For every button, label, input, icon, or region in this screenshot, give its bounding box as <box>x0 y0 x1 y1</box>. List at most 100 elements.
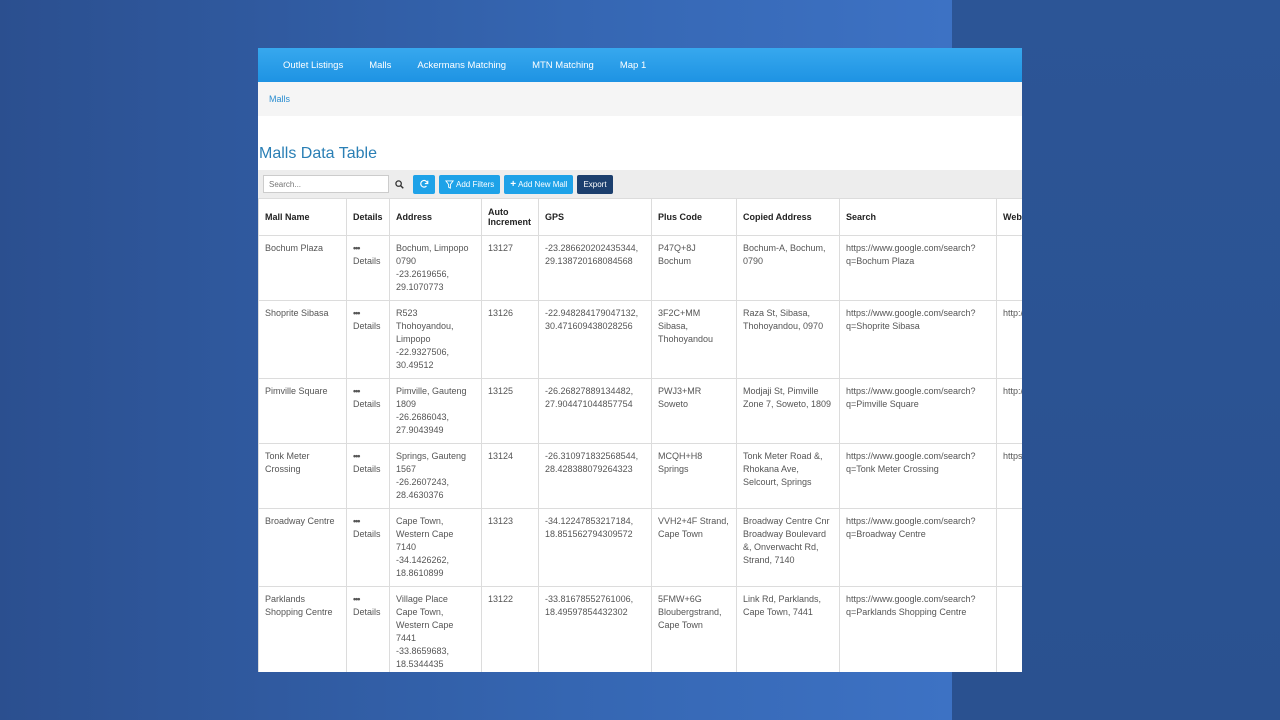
website-text[interactable]: https: <box>1003 451 1022 461</box>
gps-line: -26.310971832568544, <box>545 451 639 461</box>
more-dots-icon[interactable]: ••• <box>353 385 383 398</box>
col-header-copied-address[interactable]: Copied Address <box>736 198 840 236</box>
col-header-mall-name[interactable]: Mall Name <box>258 198 347 236</box>
cell-address: Pimville, Gauteng 1809 -26.2686043, 27.9043… <box>389 378 482 444</box>
cell-auto-increment: 13124 <box>481 443 539 509</box>
cell-search: https://www.google.com/search? q=Tonk Met… <box>839 443 997 509</box>
plus-code-line: P47Q+8J <box>658 243 696 253</box>
gps-line: -22.948284179047132, <box>545 308 639 318</box>
cell-address: Cape Town, Western Cape 7140 -34.1426262, 18… <box>389 508 482 587</box>
breadcrumb-malls[interactable]: Malls <box>269 94 290 104</box>
table-row[interactable]: Broadway Centre ••• Details Cape Town, Weste… <box>258 508 1022 587</box>
cell-address: Springs, Gauteng 1567 -26.2607243, 28.46303… <box>389 443 482 509</box>
table-row[interactable]: Parklands Shopping Centre ••• Details Villa… <box>258 586 1022 672</box>
cell-gps: -34.12247853217184, 18.851562794309572 <box>538 508 652 587</box>
cell-gps: -33.81678552761006, 18.49597854432302 <box>538 586 652 672</box>
malls-table: Mall Name Details Address Auto Increment… <box>258 198 1022 672</box>
table-row[interactable]: Tonk Meter Crossing ••• Details Springs, Ga… <box>258 443 1022 509</box>
cell-search: https://www.google.com/search? q=Parkland… <box>839 586 997 672</box>
website-text[interactable]: http:/ <box>1003 308 1022 318</box>
copied-address-line: Cape Town, 7441 <box>743 607 813 617</box>
nav-malls[interactable]: Malls <box>356 60 404 71</box>
cell-search: https://www.google.com/search? q=Pimville… <box>839 378 997 444</box>
cell-website <box>996 586 1022 672</box>
col-header-search[interactable]: Search <box>839 198 997 236</box>
plus-code-line: Cape Town <box>658 620 703 630</box>
auto-increment-text: 13124 <box>488 451 514 461</box>
cell-details: ••• Details <box>346 300 390 379</box>
search-button[interactable] <box>389 175 409 193</box>
search-line: q=Pimville Square <box>846 399 919 409</box>
search-line: https://www.google.com/search? <box>846 594 976 604</box>
gps-line: 18.49597854432302 <box>545 607 628 617</box>
details-link[interactable]: Details <box>353 255 383 268</box>
more-dots-icon[interactable]: ••• <box>353 515 383 528</box>
table-row[interactable]: Bochum Plaza ••• Details Bochum, Limpopo 079… <box>258 235 1022 301</box>
details-link[interactable]: Details <box>353 606 383 619</box>
copied-address-line: Zone 7, Soweto, 1809 <box>743 399 832 409</box>
nav-map-1[interactable]: Map 1 <box>607 60 659 71</box>
cell-copied-address: Link Rd, Parklands, Cape Town, 7441 <box>736 586 840 672</box>
table-row[interactable]: Shoprite Sibasa ••• Details R523 Thohoyandou… <box>258 300 1022 379</box>
nav-outlet-listings[interactable]: Outlet Listings <box>270 60 356 71</box>
table-header-row: Mall Name Details Address Auto Increment… <box>258 198 1022 236</box>
col-header-auto-increment[interactable]: Auto Increment <box>481 198 539 236</box>
details-link[interactable]: Details <box>353 463 383 476</box>
nav-ackermans-matching[interactable]: Ackermans Matching <box>404 60 519 71</box>
plus-code-line: Bloubergstrand, <box>658 607 722 617</box>
cell-copied-address: Bochum-A, Bochum, 0790 <box>736 235 840 301</box>
cell-mall-name: Parklands Shopping Centre <box>258 586 347 672</box>
col-header-address[interactable]: Address <box>389 198 482 236</box>
refresh-button[interactable] <box>413 174 435 194</box>
copied-address-line: Thohoyandou, 0970 <box>743 321 824 331</box>
add-filters-button[interactable]: Add Filters <box>439 174 501 194</box>
details-link[interactable]: Details <box>353 320 383 333</box>
col-header-details[interactable]: Details <box>346 198 390 236</box>
plus-code-line: Thohoyandou <box>658 334 714 344</box>
website-text[interactable]: http:/ <box>1003 386 1022 396</box>
nav-mtn-matching[interactable]: MTN Matching <box>519 60 607 71</box>
export-button[interactable]: Export <box>577 174 613 194</box>
more-dots-icon[interactable]: ••• <box>353 307 383 320</box>
address-line: -34.1426262, <box>396 555 450 565</box>
more-dots-icon[interactable]: ••• <box>353 242 383 255</box>
address-line: 7441 <box>396 633 417 643</box>
address-line: Bochum, Limpopo <box>396 243 469 253</box>
more-dots-icon[interactable]: ••• <box>353 450 383 463</box>
cell-copied-address: Raza St, Sibasa, Thohoyandou, 0970 <box>736 300 840 379</box>
col-header-plus-code[interactable]: Plus Code <box>651 198 737 236</box>
address-line: Pimville, Gauteng <box>396 386 467 396</box>
address-line: 30.49512 <box>396 360 434 370</box>
address-line: Cape Town, <box>396 516 444 526</box>
cell-auto-increment: 13126 <box>481 300 539 379</box>
address-line: R523 <box>396 308 418 318</box>
filter-icon <box>445 179 454 189</box>
cell-auto-increment: 13127 <box>481 235 539 301</box>
search-input[interactable] <box>264 178 371 190</box>
cell-copied-address: Modjaji St, Pimville Zone 7, Soweto, 1809 <box>736 378 840 444</box>
plus-code-line: 3F2C+MM <box>658 308 701 318</box>
cell-address: R523 Thohoyandou, Limpopo -22.9327506, 30.49… <box>389 300 482 379</box>
cell-gps: -22.948284179047132, 30.471609438028256 <box>538 300 652 379</box>
cell-auto-increment: 13122 <box>481 586 539 672</box>
cell-website: https: <box>996 443 1022 509</box>
details-link[interactable]: Details <box>353 528 383 541</box>
malls-table-wrap: Mall Name Details Address Auto Increment… <box>258 198 1022 672</box>
more-dots-icon[interactable]: ••• <box>353 593 383 606</box>
col-header-gps[interactable]: GPS <box>538 198 652 236</box>
details-link[interactable]: Details <box>353 398 383 411</box>
add-new-mall-button[interactable]: + Add New Mall <box>504 174 574 194</box>
search-line: q=Tonk Meter Crossing <box>846 464 939 474</box>
plus-code-line: Soweto <box>658 399 689 409</box>
address-line: Western Cape <box>396 620 454 630</box>
cell-plus-code: 3F2C+MM Sibasa, Thohoyandou <box>651 300 737 379</box>
gps-line: -23.286620202435344, <box>545 243 639 253</box>
cell-mall-name: Shoprite Sibasa <box>258 300 347 379</box>
address-line: -22.9327506, <box>396 347 450 357</box>
cell-mall-name: Tonk Meter Crossing <box>258 443 347 509</box>
col-header-website[interactable]: Website <box>996 198 1022 236</box>
table-row[interactable]: Pimville Square ••• Details Pimville, Gaute… <box>258 378 1022 444</box>
search-box <box>263 175 389 193</box>
app-window: Outlet Listings Malls Ackermans Matching… <box>258 48 1022 672</box>
cell-auto-increment: 13125 <box>481 378 539 444</box>
